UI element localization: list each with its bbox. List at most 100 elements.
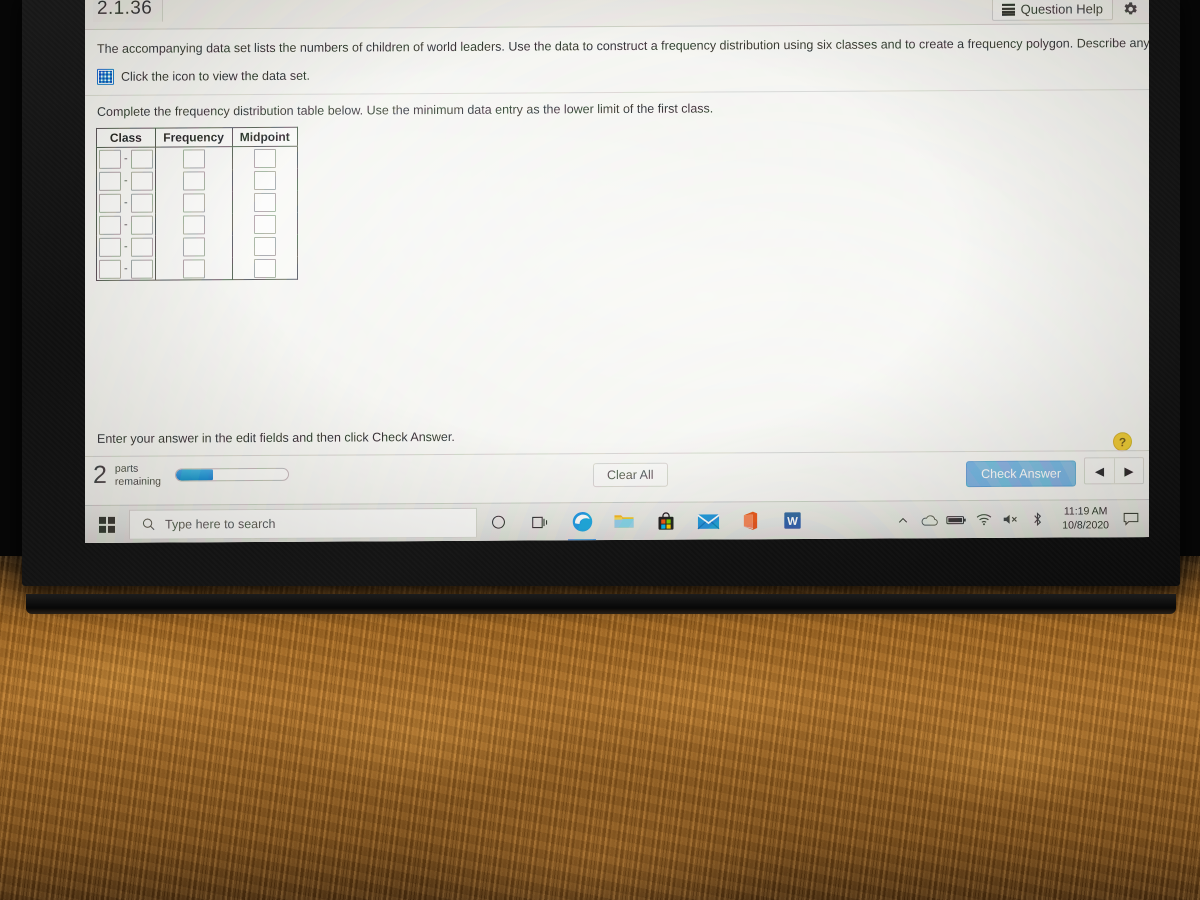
windows-taskbar: Type here to search W 11:19 AM 10/8/2020 <box>85 499 1149 543</box>
task-view-button[interactable] <box>519 503 561 541</box>
dataset-link-row[interactable]: Click the icon to view the data set. <box>97 62 1137 86</box>
cortana-button[interactable] <box>477 503 519 541</box>
table-row: - <box>96 169 298 193</box>
taskbar-app-microsoft-store[interactable] <box>645 502 687 540</box>
action-center-button[interactable] <box>1119 500 1143 538</box>
windows-start-button[interactable] <box>85 505 129 543</box>
class-upper-input-1[interactable] <box>130 149 153 169</box>
cell-frequency <box>155 169 233 192</box>
frequency-input-4[interactable] <box>182 215 205 235</box>
class-range-separator: - <box>123 153 128 166</box>
class-input-pair: - <box>97 214 155 236</box>
cell-class: - <box>96 257 156 281</box>
laptop-bottom-lip <box>26 594 1176 614</box>
class-lower-input-1[interactable] <box>98 149 121 169</box>
check-answer-button[interactable]: Check Answer <box>966 460 1076 488</box>
frequency-distribution-table: Class Frequency Midpoint - - - - - - <box>96 127 298 282</box>
cell-midpoint <box>232 169 298 192</box>
mystatlab-exercise-window: 2.1.36 Question Help The accompanying da… <box>85 0 1149 544</box>
system-tray: 11:19 AM 10/8/2020 <box>890 500 1149 539</box>
help-bubble-icon[interactable]: ? <box>1113 432 1132 452</box>
volume-muted-icon[interactable] <box>998 500 1023 538</box>
cell-frequency <box>155 146 233 170</box>
parts-remaining-label-line2: remaining <box>114 475 162 488</box>
taskbar-app-mail[interactable] <box>687 502 729 540</box>
frequency-input-5[interactable] <box>182 237 205 257</box>
table-row: - <box>96 191 298 215</box>
svg-text:W: W <box>787 516 798 528</box>
next-question-button[interactable]: ▶ <box>1114 458 1143 484</box>
class-input-pair: - <box>97 170 155 192</box>
clear-all-button[interactable]: Clear All <box>593 462 668 488</box>
column-header-frequency: Frequency <box>155 127 233 148</box>
parts-remaining-count: 2 <box>93 460 107 489</box>
class-upper-input-4[interactable] <box>130 215 153 235</box>
midpoint-input-5[interactable] <box>253 236 276 256</box>
midpoint-input-6[interactable] <box>253 258 276 278</box>
progress-bar <box>175 467 290 482</box>
class-upper-input-5[interactable] <box>130 237 153 257</box>
frequency-input-6[interactable] <box>182 259 205 279</box>
class-range-separator: - <box>123 219 128 232</box>
cell-class: - <box>96 213 156 237</box>
midpoint-input-4[interactable] <box>253 214 276 234</box>
midpoint-input-3[interactable] <box>253 192 276 212</box>
midpoint-input-2[interactable] <box>253 170 276 190</box>
taskbar-app-office[interactable] <box>729 502 771 540</box>
column-header-midpoint: Midpoint <box>232 127 298 147</box>
class-range-separator: - <box>123 241 128 254</box>
column-header-class: Class <box>96 128 156 148</box>
frequency-input-2[interactable] <box>182 171 205 191</box>
onedrive-cloud-icon[interactable] <box>917 501 942 539</box>
class-input-pair: - <box>97 258 155 280</box>
frequency-input-1[interactable] <box>182 149 205 169</box>
question-help-label: Question Help <box>1020 1 1103 17</box>
class-range-separator: - <box>123 175 128 188</box>
table-row: - <box>96 213 298 237</box>
cell-class: - <box>96 235 156 259</box>
question-help-button[interactable]: Question Help <box>991 0 1113 21</box>
list-icon <box>1001 3 1015 16</box>
cell-frequency <box>155 257 233 281</box>
gear-icon[interactable] <box>1121 0 1139 18</box>
previous-question-button[interactable]: ◀ <box>1085 458 1114 484</box>
class-lower-input-3[interactable] <box>98 193 121 213</box>
word-icon: W <box>783 512 801 529</box>
class-lower-input-6[interactable] <box>98 259 121 279</box>
battery-icon[interactable] <box>944 501 969 539</box>
action-center-icon <box>1123 512 1139 526</box>
taskbar-clock[interactable]: 11:19 AM 10/8/2020 <box>1052 505 1117 532</box>
windows-start-icon <box>99 516 115 533</box>
header-actions: Question Help <box>991 0 1139 21</box>
mail-icon <box>696 513 720 529</box>
parts-remaining-label-line1: parts <box>114 463 139 476</box>
cortana-circle-icon <box>491 515 505 529</box>
microsoft-store-icon <box>658 511 674 530</box>
taskbar-app-file-explorer[interactable] <box>603 502 645 540</box>
search-input[interactable]: Type here to search <box>129 507 477 540</box>
cell-class: - <box>96 191 156 215</box>
laptop-screen: 2.1.36 Question Help The accompanying da… <box>85 0 1149 544</box>
midpoint-input-1[interactable] <box>253 148 276 168</box>
class-upper-input-2[interactable] <box>130 171 153 191</box>
table-row: - <box>96 235 298 259</box>
cell-class: - <box>96 169 156 193</box>
bluetooth-icon[interactable] <box>1025 500 1050 538</box>
taskbar-app-word[interactable]: W <box>771 501 813 539</box>
class-lower-input-5[interactable] <box>98 237 121 257</box>
wifi-icon[interactable] <box>971 500 996 538</box>
class-range-separator: - <box>123 197 128 210</box>
taskbar-app-edge[interactable] <box>561 503 603 541</box>
class-upper-input-3[interactable] <box>130 193 153 213</box>
class-lower-input-4[interactable] <box>98 215 121 235</box>
frequency-input-3[interactable] <box>182 193 205 213</box>
table-grid-icon[interactable] <box>97 69 114 86</box>
file-explorer-icon <box>614 515 634 528</box>
class-lower-input-2[interactable] <box>98 171 121 191</box>
table-row: - <box>96 146 298 171</box>
cell-midpoint <box>232 146 298 170</box>
class-upper-input-6[interactable] <box>130 259 153 279</box>
progress-bar-fill <box>176 469 213 481</box>
show-hidden-icons-chevron-icon[interactable] <box>890 501 915 539</box>
cell-frequency <box>155 235 233 258</box>
